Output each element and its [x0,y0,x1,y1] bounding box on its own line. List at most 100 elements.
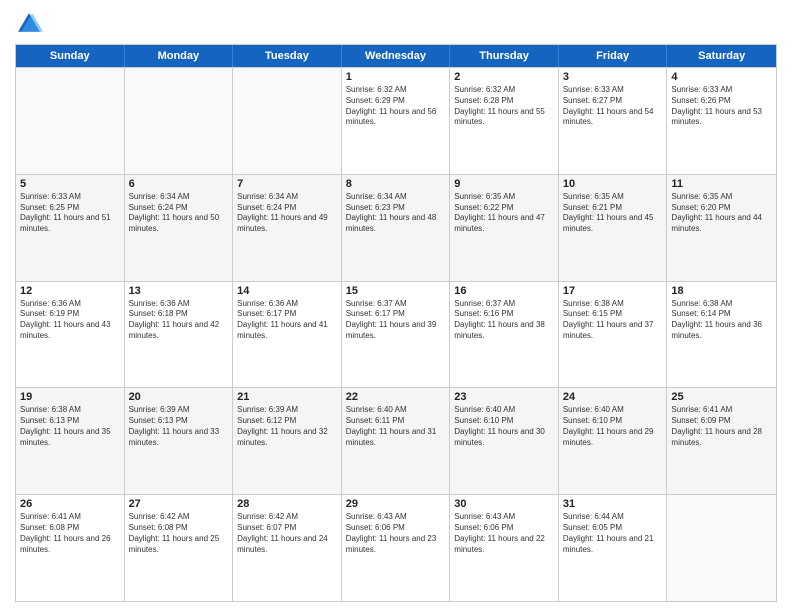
day-number: 23 [454,391,554,403]
day-cell-5: 5Sunrise: 6:33 AM Sunset: 6:25 PM Daylig… [16,175,125,281]
calendar-row-3: 19Sunrise: 6:38 AM Sunset: 6:13 PM Dayli… [16,387,776,494]
day-number: 11 [671,178,772,190]
day-info: Sunrise: 6:40 AM Sunset: 6:10 PM Dayligh… [454,405,554,448]
day-cell-16: 16 Sunrise: 6:37 AM Sunset: 6:16 PM Dayli… [450,282,559,388]
day-info: Sunrise: 6:39 AM Sunset: 6:12 PM Dayligh… [237,405,337,448]
day-info: Sunrise: 6:43 AM Sunset: 6:06 PM Dayligh… [454,512,554,555]
day-info: Sunrise: 6:37 AM Sunset: 6:17 PM Dayligh… [346,299,446,342]
empty-cell-0-2 [233,68,342,174]
day-number: 7 [237,178,337,190]
weekday-header-thursday: Thursday [450,45,559,67]
day-cell-31: 31 Sunrise: 6:44 AM Sunset: 6:05 PM Dayli… [559,495,668,601]
day-cell-23: 23 Sunrise: 6:40 AM Sunset: 6:10 PM Dayli… [450,388,559,494]
day-info: Sunrise: 6:38 AM Sunset: 6:14 PM Dayligh… [671,299,772,342]
day-number: 21 [237,391,337,403]
day-number: 17 [563,285,663,297]
calendar-header: SundayMondayTuesdayWednesdayThursdayFrid… [16,45,776,67]
day-cell-13: 13 Sunrise: 6:36 AM Sunset: 6:18 PM Dayli… [125,282,234,388]
day-number: 16 [454,285,554,297]
day-cell-21: 21 Sunrise: 6:39 AM Sunset: 6:12 PM Dayli… [233,388,342,494]
day-number: 25 [671,391,772,403]
day-info: Sunrise: 6:34 AM Sunset: 6:24 PM Dayligh… [129,192,229,235]
day-number: 6 [129,178,229,190]
day-cell-2: 2 Sunrise: 6:32 AM Sunset: 6:28 PM Daylig… [450,68,559,174]
day-info: Sunrise: 6:36 AM Sunset: 6:19 PM Dayligh… [20,299,120,342]
day-info: Sunrise: 6:41 AM Sunset: 6:09 PM Dayligh… [671,405,772,448]
calendar-row-2: 12 Sunrise: 6:36 AM Sunset: 6:19 PM Dayli… [16,281,776,388]
day-cell-7: 7 Sunrise: 6:34 AM Sunset: 6:24 PM Daylig… [233,175,342,281]
weekday-header-friday: Friday [559,45,668,67]
day-cell-24: 24Sunrise: 6:40 AM Sunset: 6:10 PM Dayli… [559,388,668,494]
day-number: 30 [454,498,554,510]
weekday-header-tuesday: Tuesday [233,45,342,67]
day-number: 18 [671,285,772,297]
day-cell-1: 1Sunrise: 6:32 AM Sunset: 6:29 PM Daylig… [342,68,451,174]
day-info: Sunrise: 6:32 AM Sunset: 6:28 PM Dayligh… [454,85,554,128]
day-number: 3 [563,71,663,83]
day-info: Sunrise: 6:42 AM Sunset: 6:08 PM Dayligh… [129,512,229,555]
day-number: 13 [129,285,229,297]
day-cell-14: 14 Sunrise: 6:36 AM Sunset: 6:17 PM Dayli… [233,282,342,388]
day-info: Sunrise: 6:35 AM Sunset: 6:20 PM Dayligh… [671,192,772,235]
day-cell-18: 18 Sunrise: 6:38 AM Sunset: 6:14 PM Dayli… [667,282,776,388]
day-number: 27 [129,498,229,510]
day-info: Sunrise: 6:39 AM Sunset: 6:13 PM Dayligh… [129,405,229,448]
day-info: Sunrise: 6:40 AM Sunset: 6:11 PM Dayligh… [346,405,446,448]
day-info: Sunrise: 6:41 AM Sunset: 6:08 PM Dayligh… [20,512,120,555]
day-cell-4: 4 Sunrise: 6:33 AM Sunset: 6:26 PM Daylig… [667,68,776,174]
day-info: Sunrise: 6:37 AM Sunset: 6:16 PM Dayligh… [454,299,554,342]
day-cell-28: 28Sunrise: 6:42 AM Sunset: 6:07 PM Dayli… [233,495,342,601]
day-cell-8: 8Sunrise: 6:34 AM Sunset: 6:23 PM Daylig… [342,175,451,281]
day-number: 1 [346,71,446,83]
day-cell-15: 15 Sunrise: 6:37 AM Sunset: 6:17 PM Dayli… [342,282,451,388]
day-info: Sunrise: 6:44 AM Sunset: 6:05 PM Dayligh… [563,512,663,555]
day-number: 10 [563,178,663,190]
day-number: 12 [20,285,120,297]
page: SundayMondayTuesdayWednesdayThursdayFrid… [0,0,792,612]
day-info: Sunrise: 6:33 AM Sunset: 6:26 PM Dayligh… [671,85,772,128]
day-number: 14 [237,285,337,297]
day-number: 28 [237,498,337,510]
day-cell-22: 22 Sunrise: 6:40 AM Sunset: 6:11 PM Dayli… [342,388,451,494]
day-number: 22 [346,391,446,403]
day-number: 15 [346,285,446,297]
day-number: 5 [20,178,120,190]
day-cell-29: 29 Sunrise: 6:43 AM Sunset: 6:06 PM Dayli… [342,495,451,601]
day-cell-3: 3Sunrise: 6:33 AM Sunset: 6:27 PM Daylig… [559,68,668,174]
day-info: Sunrise: 6:38 AM Sunset: 6:15 PM Dayligh… [563,299,663,342]
day-info: Sunrise: 6:35 AM Sunset: 6:22 PM Dayligh… [454,192,554,235]
calendar: SundayMondayTuesdayWednesdayThursdayFrid… [15,44,777,602]
day-info: Sunrise: 6:36 AM Sunset: 6:18 PM Dayligh… [129,299,229,342]
day-number: 20 [129,391,229,403]
day-number: 8 [346,178,446,190]
weekday-header-monday: Monday [125,45,234,67]
day-info: Sunrise: 6:38 AM Sunset: 6:13 PM Dayligh… [20,405,120,448]
day-cell-26: 26 Sunrise: 6:41 AM Sunset: 6:08 PM Dayli… [16,495,125,601]
day-number: 29 [346,498,446,510]
weekday-header-saturday: Saturday [667,45,776,67]
day-cell-11: 11 Sunrise: 6:35 AM Sunset: 6:20 PM Dayli… [667,175,776,281]
day-info: Sunrise: 6:43 AM Sunset: 6:06 PM Dayligh… [346,512,446,555]
calendar-body: 1Sunrise: 6:32 AM Sunset: 6:29 PM Daylig… [16,67,776,601]
logo-icon [15,10,43,38]
day-info: Sunrise: 6:36 AM Sunset: 6:17 PM Dayligh… [237,299,337,342]
weekday-header-wednesday: Wednesday [342,45,451,67]
day-cell-20: 20 Sunrise: 6:39 AM Sunset: 6:13 PM Dayli… [125,388,234,494]
calendar-row-4: 26 Sunrise: 6:41 AM Sunset: 6:08 PM Dayli… [16,494,776,601]
day-cell-30: 30 Sunrise: 6:43 AM Sunset: 6:06 PM Dayli… [450,495,559,601]
calendar-row-1: 5Sunrise: 6:33 AM Sunset: 6:25 PM Daylig… [16,174,776,281]
day-number: 31 [563,498,663,510]
day-cell-17: 17 Sunrise: 6:38 AM Sunset: 6:15 PM Dayli… [559,282,668,388]
day-number: 2 [454,71,554,83]
logo [15,10,47,38]
day-cell-6: 6 Sunrise: 6:34 AM Sunset: 6:24 PM Daylig… [125,175,234,281]
day-cell-10: 10Sunrise: 6:35 AM Sunset: 6:21 PM Dayli… [559,175,668,281]
day-number: 4 [671,71,772,83]
day-info: Sunrise: 6:34 AM Sunset: 6:24 PM Dayligh… [237,192,337,235]
empty-cell-0-1 [125,68,234,174]
empty-cell-4-6 [667,495,776,601]
weekday-header-sunday: Sunday [16,45,125,67]
day-number: 26 [20,498,120,510]
day-cell-25: 25 Sunrise: 6:41 AM Sunset: 6:09 PM Dayli… [667,388,776,494]
day-info: Sunrise: 6:40 AM Sunset: 6:10 PM Dayligh… [563,405,663,448]
